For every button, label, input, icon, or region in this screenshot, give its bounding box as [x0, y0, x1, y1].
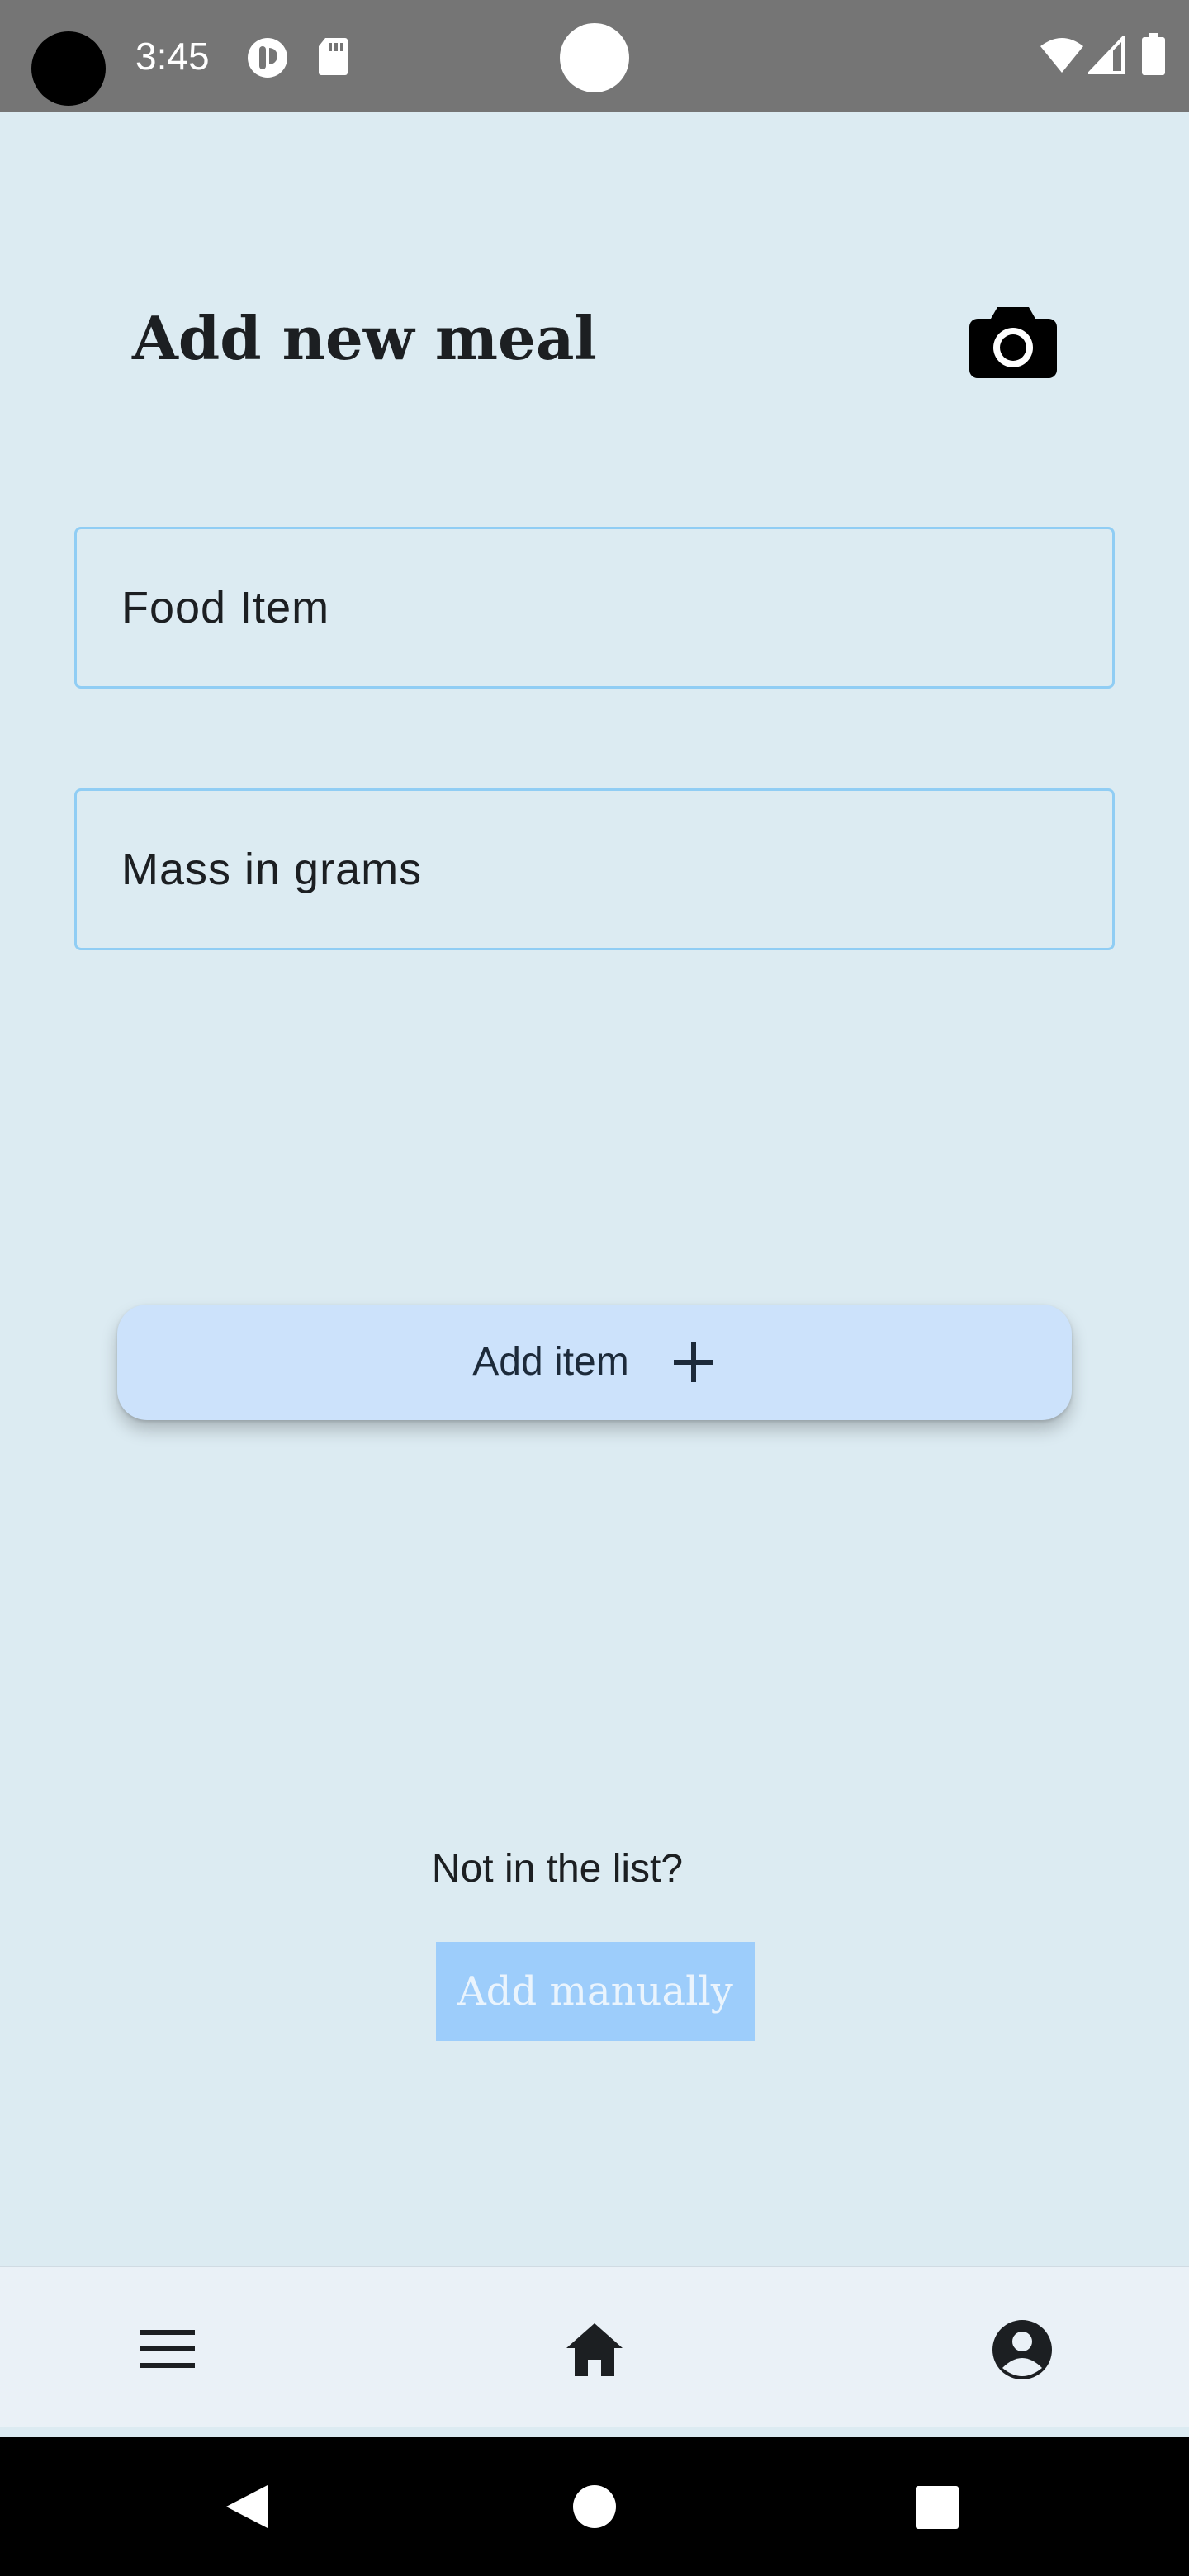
status-time: 3:45 — [135, 35, 210, 78]
recents-icon[interactable] — [915, 2485, 959, 2530]
home-icon[interactable] — [561, 2317, 628, 2383]
system-navigation-bar — [0, 2437, 1189, 2576]
wifi-icon — [1040, 38, 1083, 73]
account-circle-icon[interactable] — [989, 2317, 1055, 2383]
plus-icon — [673, 1342, 713, 1382]
status-center-dot — [560, 23, 629, 92]
mass-input[interactable] — [121, 791, 1071, 948]
hamburger-menu-icon[interactable] — [135, 2317, 201, 2383]
back-icon[interactable] — [223, 2482, 271, 2531]
front-camera-cutout — [31, 31, 106, 106]
camera-icon[interactable] — [968, 304, 1059, 380]
app-notification-icon — [248, 38, 287, 78]
cellular-signal-icon — [1088, 36, 1125, 74]
food-item-field[interactable] — [74, 527, 1115, 689]
add-manually-button[interactable]: Add manually — [436, 1942, 755, 2041]
home-circle-icon[interactable] — [571, 2484, 618, 2530]
add-item-label: Add item — [472, 1340, 629, 1384]
sd-card-icon — [319, 38, 348, 75]
food-item-input[interactable] — [121, 529, 1071, 686]
status-bar: 3:45 — [0, 0, 1189, 112]
page-title: Add new meal — [132, 303, 597, 373]
not-in-list-text: Not in the list? — [431, 1847, 684, 1891]
bottom-navigation — [0, 2266, 1189, 2427]
battery-icon — [1142, 33, 1165, 75]
add-item-button[interactable]: Add item — [117, 1305, 1072, 1420]
mass-field[interactable] — [74, 788, 1115, 950]
